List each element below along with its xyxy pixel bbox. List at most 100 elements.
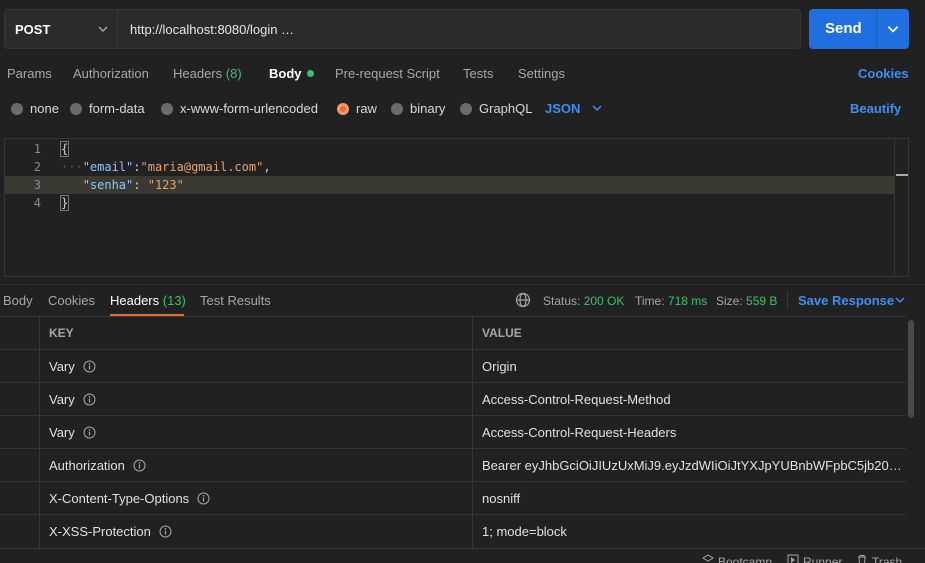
tab-test-results[interactable]: Test Results [200,293,271,308]
radio-binary[interactable]: binary [391,101,445,116]
header-value: Bearer eyJhbGciOiJIUzUxMiJ9.eyJzdWIiOiJt… [482,458,902,473]
runner-button[interactable]: Runner [787,554,842,563]
column-divider [472,449,473,482]
radio-none[interactable]: none [11,101,59,116]
radio-circle [70,102,82,115]
table-row: Vary Access-Control-Request-Method [0,382,906,416]
response-tabs: Body Cookies Headers (13) Test Results S… [0,290,925,318]
body-editor[interactable]: 1 { 2 ···"email":"maria@gmail.com", 3 "s… [4,138,909,277]
url-input[interactable]: http://localhost:8080/login … [118,9,801,49]
line-number: 1 [33,142,41,156]
chevron-down-icon[interactable] [886,22,900,40]
chevron-down-icon [591,102,603,117]
radio-raw[interactable]: raw [337,101,377,116]
tab-headers[interactable]: Headers (8) [173,66,242,81]
status-value: 200 OK [583,294,625,308]
send-separator [876,9,877,49]
table-scrollbar[interactable] [908,320,914,418]
radio-form-data[interactable]: form-data [70,101,145,116]
trash-button[interactable]: Trash [856,554,902,563]
pane-divider[interactable] [0,284,925,285]
code-text: } [59,195,70,211]
chevron-down-icon [97,23,109,38]
tab-response-cookies[interactable]: Cookies [48,293,95,308]
table-cell-spacer [0,482,40,515]
bootcamp-label: Bootcamp [718,554,773,563]
header-key-cell: Vary [49,425,96,440]
tab-response-headers-count: (13) [162,293,186,308]
trash-icon [856,554,872,563]
editor-scrollbar[interactable] [894,139,908,276]
radio-label: GraphQL [479,101,533,116]
column-header-key: KEY [49,326,74,340]
radio-circle [161,102,173,115]
status-info: Status: 200 OK [543,294,624,308]
header-key: X-Content-Type-Options [49,491,190,506]
editor-line: 1 { [5,140,895,158]
table-cell-spacer [0,449,40,482]
trash-label: Trash [872,554,903,563]
info-icon[interactable] [83,393,96,406]
tab-body-label: Body [269,66,302,81]
code-text: ···"email":"maria@gmail.com", [61,160,271,174]
header-key-cell: X-XSS-Protection [49,524,172,539]
tab-body[interactable]: Body [269,66,314,81]
request-tabs: Params Authorization Headers (8) Body Pr… [0,62,925,86]
tab-headers-label: Headers [173,66,223,81]
chevron-down-icon [894,294,906,309]
header-key: Vary [49,392,75,407]
time-label: Time: [635,294,665,308]
header-key: Vary [49,359,75,374]
globe-icon[interactable] [515,292,531,311]
tab-params[interactable]: Params [7,66,52,81]
method-label: POST [15,21,51,37]
tab-tests[interactable]: Tests [463,66,493,81]
info-icon[interactable] [83,360,96,373]
send-label: Send [825,20,862,37]
editor-line-active: 3 "senha": "123" [5,176,895,194]
table-header-row: KEY VALUE [0,316,906,350]
format-select[interactable]: JSON [545,101,602,116]
status-label: Status: [543,294,581,308]
header-value: nosniff [482,491,521,506]
beautify-link[interactable]: Beautify [850,101,901,116]
cookies-link[interactable]: Cookies [858,66,909,81]
time-info: Time: 718 ms [635,294,707,308]
tab-response-headers[interactable]: Headers (13) [110,293,186,308]
method-select[interactable]: POST [4,9,118,49]
status-footer: Bootcamp Runner Trash [0,548,925,563]
tab-response-body[interactable]: Body [3,293,33,308]
header-value: Access-Control-Request-Headers [482,425,677,440]
column-divider[interactable] [472,317,473,350]
scrollbar-marker [896,174,908,176]
radio-urlencoded[interactable]: x-www-form-urlencoded [161,101,318,116]
table-row: Vary Access-Control-Request-Headers [0,415,906,449]
table-cell-spacer [0,350,40,383]
request-bar: POST http://localhost:8080/login … Send [0,0,925,56]
tab-authorization[interactable]: Authorization [73,66,149,81]
radio-label: binary [410,101,446,116]
info-icon[interactable] [197,492,210,505]
column-divider [472,482,473,515]
header-key-cell: Authorization [49,458,146,473]
radio-circle [391,102,403,115]
bootcamp-button[interactable]: Bootcamp [702,554,772,563]
save-response-button[interactable]: Save Response [798,293,905,308]
size-label: Size: [716,294,743,308]
send-button[interactable]: Send [809,9,909,49]
table-row: Vary Origin [0,349,906,383]
radio-graphql[interactable]: GraphQL [460,101,532,116]
info-icon[interactable] [83,426,96,439]
info-icon[interactable] [133,459,146,472]
tab-settings[interactable]: Settings [518,66,565,81]
table-cell-spacer [0,317,40,350]
save-response-label: Save Response [798,293,895,308]
line-number: 4 [33,196,41,210]
radio-circle-selected [337,102,349,115]
header-value: Origin [482,359,517,374]
tab-prerequest-script[interactable]: Pre-request Script [335,66,440,81]
modified-dot-icon [306,70,314,77]
info-icon[interactable] [159,525,172,538]
editor-line: 2 ···"email":"maria@gmail.com", [5,158,895,176]
runner-icon [787,554,803,563]
